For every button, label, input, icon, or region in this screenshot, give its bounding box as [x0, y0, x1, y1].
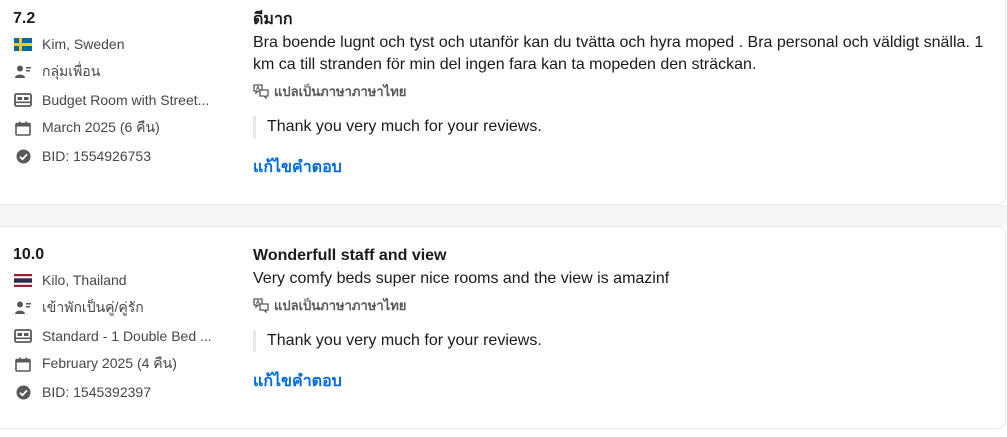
reviewer-row: Kilo, Thailand — [13, 266, 238, 294]
reviewer-name: Kim, Sweden — [42, 36, 125, 52]
translate-link[interactable]: A แปลเป็นภาษาภาษาไทย — [253, 82, 998, 100]
stay-dates: February 2025 (4 คืน) — [42, 355, 177, 371]
translate-link[interactable]: A แปลเป็นภาษาภาษาไทย — [253, 296, 998, 314]
booking-id-row: BID: 1554926753 — [13, 142, 238, 170]
room-row: Budget Room with Street... — [13, 86, 238, 114]
bed-icon — [13, 328, 33, 344]
review-content: ดีมาก Bra boende lugnt och tyst och utan… — [253, 9, 998, 180]
traveler-type: เข้าพักเป็นคู่/คู่รัก — [42, 299, 144, 315]
property-response: Thank you very much for your reviews. — [253, 330, 998, 352]
property-response: Thank you very much for your reviews. — [253, 116, 998, 138]
room-name: Budget Room with Street... — [42, 92, 210, 108]
traveler-type-row: กลุ่มเพื่อน — [13, 58, 238, 86]
reviewer-name: Kilo, Thailand — [42, 272, 127, 288]
translate-icon: A — [253, 297, 269, 313]
edit-response-button[interactable]: แก้ไขคำตอบ — [253, 369, 998, 394]
review-content: Wonderfull staff and view Very comfy bed… — [253, 245, 998, 394]
translate-label: แปลเป็นภาษาภาษาไทย — [274, 297, 407, 313]
review-score: 10.0 — [13, 246, 45, 263]
review-body: Bra boende lugnt och tyst och utanför ka… — [253, 34, 984, 73]
edit-response-button[interactable]: แก้ไขคำตอบ — [253, 155, 998, 180]
review-meta: 7.2 Kim, Sweden กลุ่มเพื่อน Budget Room … — [13, 8, 238, 170]
review-card: 10.0 Kilo, Thailand เข้าพักเป็นคู่/คู่รั… — [0, 226, 1006, 429]
review-meta: 10.0 Kilo, Thailand เข้าพักเป็นคู่/คู่รั… — [13, 244, 238, 406]
stay-dates: March 2025 (6 คืน) — [42, 119, 160, 135]
card-separator — [0, 205, 1007, 226]
traveler-type-icon — [13, 64, 33, 80]
calendar-icon — [13, 120, 33, 136]
translate-label: แปลเป็นภาษาภาษาไทย — [274, 83, 407, 99]
stay-row: February 2025 (4 คืน) — [13, 350, 238, 378]
stay-row: March 2025 (6 คืน) — [13, 114, 238, 142]
translate-icon: A — [253, 83, 269, 99]
booking-id: BID: 1545392397 — [42, 384, 151, 400]
traveler-type-row: เข้าพักเป็นคู่/คู่รัก — [13, 294, 238, 322]
check-circle-icon — [13, 384, 33, 400]
traveler-type-icon — [13, 300, 33, 316]
review-title: ดีมาก — [253, 11, 293, 28]
review-card: 7.2 Kim, Sweden กลุ่มเพื่อน Budget Room … — [0, 0, 1006, 205]
booking-id: BID: 1554926753 — [42, 148, 151, 164]
review-body: Very comfy beds super nice rooms and the… — [253, 270, 670, 287]
sweden-flag-icon — [13, 36, 33, 52]
svg-text:A: A — [256, 300, 260, 306]
review-score: 7.2 — [13, 10, 36, 27]
svg-text:A: A — [256, 86, 260, 92]
thailand-flag-icon — [13, 272, 33, 288]
review-title: Wonderfull staff and view — [253, 247, 447, 264]
room-name: Standard - 1 Double Bed ... — [42, 328, 212, 344]
room-row: Standard - 1 Double Bed ... — [13, 322, 238, 350]
traveler-type: กลุ่มเพื่อน — [42, 63, 101, 79]
booking-id-row: BID: 1545392397 — [13, 378, 238, 406]
bed-icon — [13, 92, 33, 108]
check-circle-icon — [13, 148, 33, 164]
calendar-icon — [13, 356, 33, 372]
reviewer-row: Kim, Sweden — [13, 30, 238, 58]
